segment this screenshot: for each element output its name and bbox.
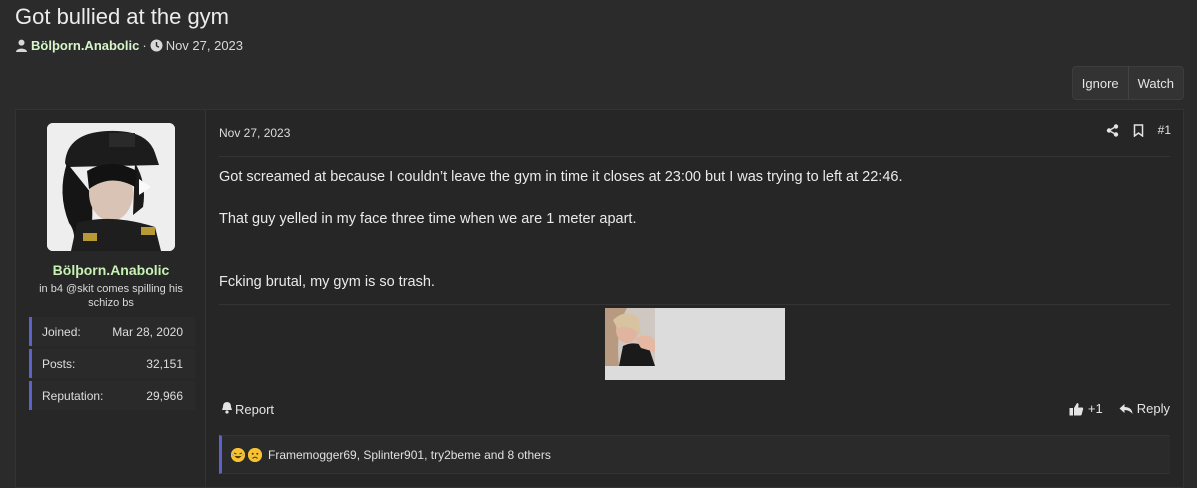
post-message-cell: Nov 27, 2023 #1 Got screamed at because … (206, 110, 1183, 487)
stat-label: Posts: (42, 356, 76, 371)
like-button[interactable]: +1 (1069, 401, 1103, 416)
post-image[interactable] (605, 308, 785, 380)
report-link[interactable]: Report (221, 401, 274, 417)
post-body-line: That guy yelled in my face three time wh… (219, 211, 637, 227)
reactions-bar[interactable]: Framemogger69, Splinter901, try2beme and… (219, 435, 1170, 474)
user-stat-posts: Posts: 32,151 (29, 349, 195, 378)
post-username[interactable]: Bölþorn.Anabolic (16, 262, 206, 278)
clock-icon (150, 39, 163, 52)
user-icon (15, 39, 28, 52)
avatar[interactable] (47, 123, 175, 251)
post-date-link[interactable]: Nov 27, 2023 (219, 126, 290, 140)
stat-label: Joined: (42, 324, 81, 339)
stat-label: Reputation: (42, 388, 104, 403)
thread-meta: Bölþorn.Anabolic · Nov 27, 2023 (15, 38, 243, 53)
like-label: +1 (1087, 401, 1103, 416)
body-divider (219, 304, 1170, 305)
ignore-button[interactable]: Ignore (1073, 67, 1128, 99)
thread-author-link[interactable]: Bölþorn.Anabolic (31, 38, 139, 53)
bookmark-icon[interactable] (1133, 123, 1144, 137)
reply-icon (1119, 403, 1133, 414)
image-thumbnail (605, 308, 655, 366)
post-user-cell: Bölþorn.Anabolic in b4 @skit comes spill… (16, 110, 206, 487)
stat-value[interactable]: 32,151 (146, 357, 183, 371)
post-actions: +1 Reply (1069, 401, 1170, 416)
user-stat-reputation: Reputation: 29,966 (29, 381, 195, 410)
stat-value: 29,966 (146, 388, 183, 403)
stat-value: Mar 28, 2020 (112, 324, 183, 339)
laughing-emoji-icon (231, 447, 245, 462)
user-stat-joined: Joined: Mar 28, 2020 (29, 317, 195, 346)
sad-emoji-icon (248, 447, 262, 462)
reply-button[interactable]: Reply (1119, 401, 1170, 416)
watch-button[interactable]: Watch (1127, 67, 1183, 99)
post-number-link[interactable]: #1 (1158, 123, 1171, 137)
reactions-users: Framemogger69, Splinter901, try2beme and… (268, 447, 551, 462)
user-extras: Joined: Mar 28, 2020 Posts: 32,151 Reput… (29, 317, 195, 413)
post-body-line: Got screamed at because I couldn’t leave… (219, 169, 903, 185)
post-attribution: #1 (1106, 123, 1171, 137)
post-1: Bölþorn.Anabolic in b4 @skit comes spill… (15, 109, 1184, 488)
report-label: Report (235, 401, 275, 417)
user-title: in b4 @skit comes spilling his schizo bs (39, 283, 183, 309)
header-divider (219, 156, 1170, 157)
thumbs-up-icon (1069, 402, 1084, 415)
meta-separator: · (142, 38, 147, 53)
thread-action-group: Ignore Watch (1071, 66, 1184, 100)
reply-label: Reply (1136, 401, 1170, 416)
bell-icon (221, 401, 233, 417)
share-icon[interactable] (1106, 123, 1119, 137)
thread-title: Got bullied at the gym (15, 4, 230, 29)
post-body-line: Fcking brutal, my gym is so trash. (219, 274, 435, 290)
thread-date-link[interactable]: Nov 27, 2023 (166, 38, 243, 53)
